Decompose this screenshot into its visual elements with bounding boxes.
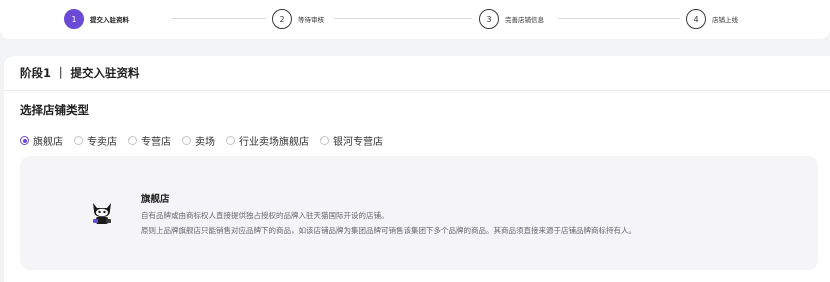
radio-checked-icon[interactable] [20,136,29,145]
radio-icon[interactable] [182,136,191,145]
store-type-flagship[interactable]: 旗舰店 [20,133,63,148]
step-connector [558,18,680,19]
stage-title: 阶段1 ｜ 提交入驻资料 [20,66,140,80]
step-label: 店铺上线 [712,16,738,24]
store-type-franchise[interactable]: 专营店 [128,133,171,148]
step-3: 3 完善店铺信息 [479,8,544,30]
description-line: 原则上品牌旗舰店只能销售对应品牌下的商品，如该店铺品牌为集团品牌可销售该集团下多… [141,226,636,235]
store-type-description: 旗舰店 自有品牌或由商标权人直接提供独占授权的品牌入驻天猫国际开设的店铺。 原则… [20,156,818,270]
step-2: 2 等待审核 [272,8,324,30]
radio-icon[interactable] [320,136,329,145]
radio-icon[interactable] [74,136,83,145]
section-title: 选择店铺类型 [20,103,89,117]
tmall-cat-mascot-icon [93,203,111,224]
step-1: 1 提交入驻资料 [64,8,129,30]
step-connector [334,18,472,19]
store-type-label: 卖场 [195,137,215,148]
step-number: 4 [686,9,706,29]
step-label: 完善店铺信息 [505,16,544,24]
store-type-label: 银河专营店 [333,137,383,148]
step-4: 4 店铺上线 [686,8,738,30]
radio-icon[interactable] [226,136,235,145]
step-label: 提交入驻资料 [90,16,129,24]
store-type-radio-group: 旗舰店 专卖店 专营店 卖场 行业卖场旗舰店 银河专营店 [20,133,394,148]
step-number: 2 [272,9,292,29]
description-line: 自有品牌或由商标权人直接提供独占授权的品牌入驻天猫国际开设的店铺。 [141,211,389,220]
store-type-specialty[interactable]: 专卖店 [74,133,117,148]
step-connector [172,18,266,19]
application-card: 阶段1 ｜ 提交入驻资料 选择店铺类型 旗舰店 专卖店 专营店 卖场 行业卖场旗… [4,56,830,282]
store-type-label: 行业卖场旗舰店 [239,137,309,148]
radio-icon[interactable] [128,136,137,145]
stage-header: 阶段1 ｜ 提交入驻资料 [4,56,830,91]
store-type-label: 专营店 [141,137,171,148]
step-label: 等待审核 [298,16,324,24]
store-type-galaxy[interactable]: 银河专营店 [320,133,383,148]
store-type-mall[interactable]: 卖场 [182,133,215,148]
store-type-label: 专卖店 [87,137,117,148]
progress-stepper: 1 提交入驻资料 2 等待审核 3 完善店铺信息 4 店铺上线 [0,0,830,39]
step-number: 1 [64,9,84,29]
description-title: 旗舰店 [141,194,170,205]
store-type-label: 旗舰店 [33,137,63,148]
step-number: 3 [479,9,499,29]
store-type-industry-mall[interactable]: 行业卖场旗舰店 [226,133,309,148]
